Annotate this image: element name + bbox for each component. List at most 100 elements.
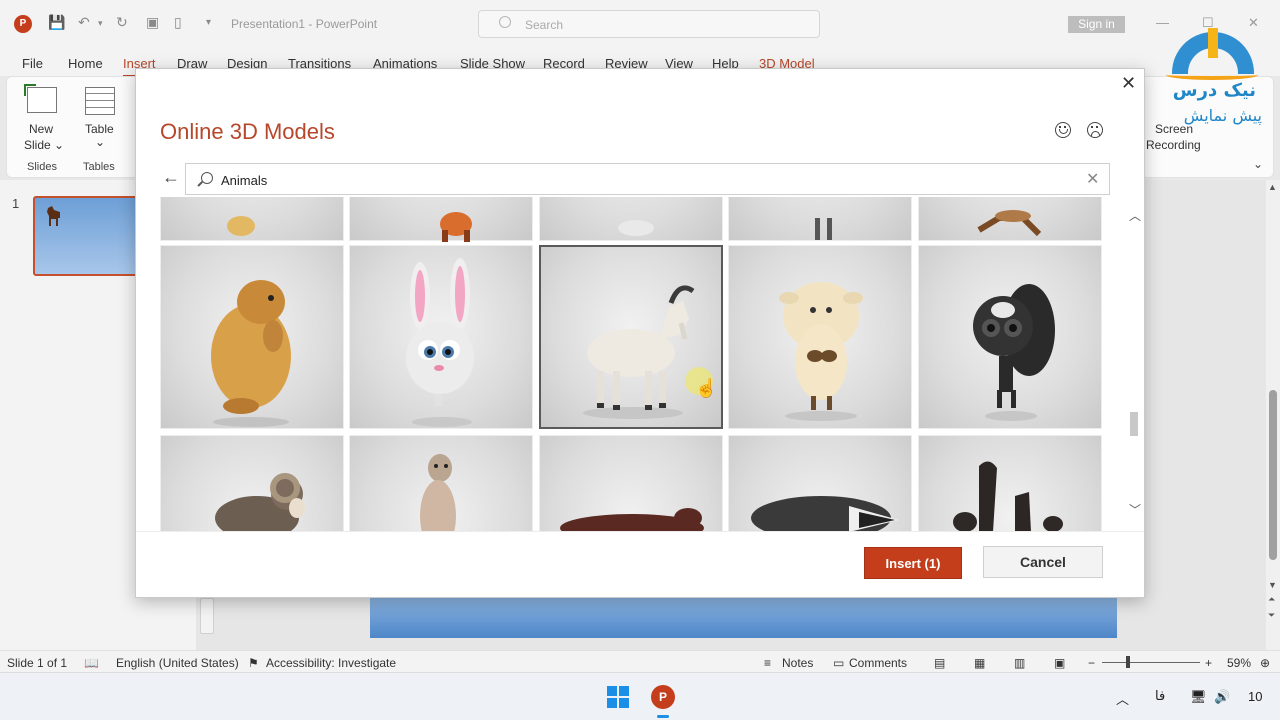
volume-icon[interactable]: 🔊 bbox=[1214, 689, 1230, 705]
scroll-thumb[interactable] bbox=[1269, 390, 1277, 560]
group-slides-label: Slides bbox=[27, 161, 57, 173]
save-icon[interactable]: 💾 bbox=[48, 14, 65, 31]
prev-slide-icon[interactable]: ⏶ bbox=[1268, 594, 1275, 605]
scroll-down-icon[interactable]: ▼ bbox=[1268, 580, 1277, 590]
tab-file[interactable]: File bbox=[22, 56, 43, 71]
tab-home[interactable]: Home bbox=[68, 56, 103, 71]
comments-icon[interactable]: ▭ bbox=[833, 656, 844, 670]
clock[interactable]: 10 bbox=[1248, 689, 1262, 704]
table-icon[interactable] bbox=[85, 87, 115, 115]
grid-scroll-up-icon[interactable]: ︿ bbox=[1129, 207, 1141, 224]
accessibility-icon[interactable]: ⚑ bbox=[248, 656, 259, 670]
undo-icon[interactable]: ↶ bbox=[78, 14, 90, 31]
model-tile-badger[interactable] bbox=[728, 435, 912, 531]
screen-recording-label-2[interactable]: Recording bbox=[1146, 138, 1201, 152]
slide-number: 1 bbox=[12, 196, 20, 211]
model-tile-skunk[interactable] bbox=[918, 245, 1102, 429]
model-tile-ram[interactable] bbox=[160, 435, 344, 531]
slideshow-view-icon[interactable]: ▣ bbox=[1054, 656, 1065, 670]
grid-scroll-down-icon[interactable]: ﹀ bbox=[1129, 501, 1141, 518]
accessibility-status[interactable]: Accessibility: Investigate bbox=[266, 656, 396, 670]
new-slide-label[interactable]: New bbox=[29, 122, 53, 136]
model-search-box[interactable]: ✕ bbox=[185, 163, 1110, 195]
windows-start-icon[interactable] bbox=[607, 686, 629, 708]
model-tile-deer[interactable] bbox=[918, 197, 1102, 241]
sign-in-button[interactable]: Sign in bbox=[1068, 16, 1125, 33]
slide-thumbnail[interactable] bbox=[33, 196, 143, 276]
model-search-input[interactable] bbox=[221, 170, 1061, 190]
model-tile-fox[interactable] bbox=[160, 197, 344, 241]
dialog-close-button[interactable]: ✕ bbox=[1121, 73, 1136, 94]
table-chevron-icon[interactable]: ⌄ bbox=[95, 135, 105, 149]
reading-view-icon[interactable]: ▥ bbox=[1014, 656, 1025, 670]
model-tile-sea-lions[interactable] bbox=[918, 435, 1102, 531]
insert-button[interactable]: Insert (1) bbox=[864, 547, 962, 579]
search-icon bbox=[201, 172, 213, 184]
model-tile-goat[interactable] bbox=[539, 245, 723, 429]
logo-pencil bbox=[1208, 28, 1218, 58]
notes-button[interactable]: Notes bbox=[782, 656, 813, 670]
table-label[interactable]: Table bbox=[85, 122, 114, 136]
normal-view-icon[interactable]: ▤ bbox=[934, 656, 945, 670]
model-tile-white-animal[interactable] bbox=[539, 197, 723, 241]
model-grid bbox=[160, 197, 1120, 531]
search-placeholder: Search bbox=[525, 18, 564, 32]
ribbon-collapse-icon[interactable]: ⌄ bbox=[1253, 157, 1263, 171]
windows-taskbar: P ︿ فا 🖥 🔊 10 bbox=[0, 672, 1280, 720]
online-3d-models-dialog: ✕ Online 3D Models ← ✕ bbox=[135, 68, 1145, 598]
cancel-button[interactable]: Cancel bbox=[983, 546, 1103, 578]
editor-scrollbar[interactable]: ▲ ▼ ⏶ ⏷ bbox=[1266, 180, 1280, 650]
title-search-box[interactable]: Search bbox=[478, 10, 820, 38]
clear-search-icon[interactable]: ✕ bbox=[1086, 169, 1099, 189]
smile-feedback-icon[interactable] bbox=[1055, 122, 1071, 138]
zoom-in-button[interactable]: + bbox=[1205, 656, 1212, 670]
slide-canvas[interactable] bbox=[370, 598, 1117, 638]
pane-splitter[interactable] bbox=[200, 598, 214, 634]
title-bar: P 💾 ↶ ▾ ↻ ▣ ▯ ▾ Presentation1 - PowerPoi… bbox=[0, 0, 1280, 48]
customize-qat-icon[interactable]: ▾ bbox=[206, 17, 211, 28]
minimize-button[interactable]: — bbox=[1156, 15, 1169, 30]
scroll-up-icon[interactable]: ▲ bbox=[1268, 182, 1277, 192]
undo-dropdown-icon[interactable]: ▾ bbox=[98, 18, 103, 29]
powerpoint-taskbar-icon[interactable]: P bbox=[651, 685, 675, 709]
zoom-out-button[interactable]: − bbox=[1088, 656, 1095, 670]
spellcheck-icon[interactable]: 📖 bbox=[84, 656, 99, 670]
frown-feedback-icon[interactable] bbox=[1087, 122, 1103, 138]
model-tile-squirrel[interactable] bbox=[349, 197, 533, 242]
model-tile-bunny[interactable] bbox=[349, 245, 533, 429]
model-tile-otter[interactable] bbox=[539, 435, 723, 531]
comments-button[interactable]: Comments bbox=[849, 656, 907, 670]
zoom-slider[interactable] bbox=[1102, 662, 1200, 663]
model-tile-sheep[interactable] bbox=[728, 245, 912, 429]
new-file-icon[interactable]: ▯ bbox=[174, 14, 182, 31]
model-grid-scrollbar[interactable]: ︿ ﹀ bbox=[1126, 207, 1142, 527]
new-slide-label-2[interactable]: Slide ⌄ bbox=[24, 138, 64, 152]
language-status[interactable]: English (United States) bbox=[116, 656, 239, 670]
new-slide-icon[interactable] bbox=[24, 84, 57, 113]
logo-book bbox=[1166, 70, 1258, 80]
document-title: Presentation1 - PowerPoint bbox=[231, 17, 378, 31]
powerpoint-app-icon: P bbox=[14, 15, 32, 33]
slide-sorter-icon[interactable]: ▦ bbox=[974, 656, 985, 670]
horse-thumbnail-image bbox=[47, 206, 60, 226]
keyboard-language[interactable]: فا bbox=[1155, 689, 1165, 704]
model-tile-prairie-dog[interactable] bbox=[160, 245, 344, 429]
dialog-footer-divider bbox=[136, 531, 1144, 532]
search-icon bbox=[499, 16, 511, 28]
fit-to-window-icon[interactable]: ⊕ bbox=[1260, 656, 1270, 670]
site-logo: نیک درس پیش نمایش bbox=[1162, 28, 1270, 132]
window-close-button[interactable]: ✕ bbox=[1248, 15, 1259, 31]
zoom-level[interactable]: 59% bbox=[1227, 656, 1251, 670]
slide-count-status[interactable]: Slide 1 of 1 bbox=[7, 656, 67, 670]
network-icon[interactable]: 🖥 bbox=[1190, 689, 1207, 705]
tray-overflow-icon[interactable]: ︿ bbox=[1116, 689, 1129, 708]
zoom-slider-knob[interactable] bbox=[1126, 656, 1130, 668]
model-tile-cat[interactable] bbox=[728, 197, 912, 241]
redo-icon[interactable]: ↻ bbox=[116, 14, 128, 31]
model-tile-meerkat[interactable] bbox=[349, 435, 533, 531]
notes-icon[interactable]: ≡ bbox=[764, 656, 771, 670]
back-arrow-icon[interactable]: ← bbox=[162, 167, 180, 188]
present-icon[interactable]: ▣ bbox=[146, 14, 159, 31]
grid-scroll-thumb[interactable] bbox=[1130, 412, 1138, 436]
next-slide-icon[interactable]: ⏷ bbox=[1268, 610, 1275, 621]
